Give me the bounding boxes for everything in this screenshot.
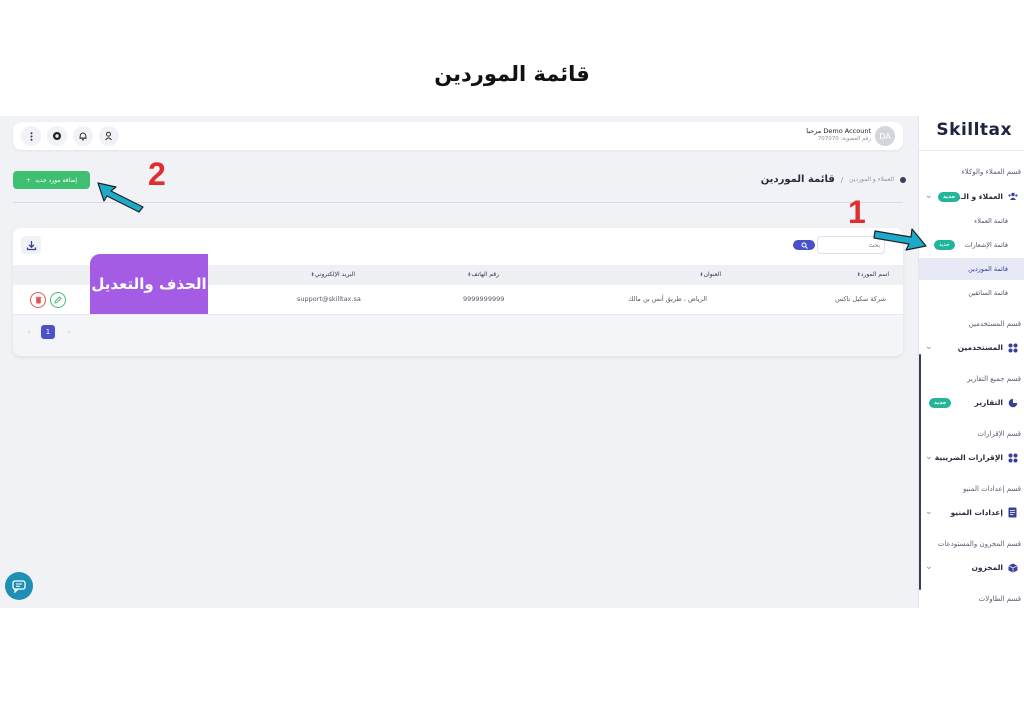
grid-icon xyxy=(1007,342,1018,353)
sidebar-group-reports[interactable]: التقارير جديد xyxy=(919,393,1024,413)
breadcrumb-parent[interactable]: العملاء و الموردين xyxy=(849,176,894,183)
section-label-reports: قسم جميع التقارير xyxy=(967,375,1021,383)
chevron-down-icon: ⌄ xyxy=(925,452,933,462)
document-icon xyxy=(1007,507,1018,518)
cell-phone: 9999999999 xyxy=(463,295,505,303)
chat-button[interactable] xyxy=(5,572,33,600)
pagination-next[interactable]: › xyxy=(62,325,76,339)
chat-icon xyxy=(12,579,26,593)
grid-icon xyxy=(1007,452,1018,463)
annotation-step-1: 1 xyxy=(848,194,866,230)
account-number: رقم العضوية: 707070 xyxy=(817,136,871,142)
chevron-down-icon: ⌄ xyxy=(925,191,933,201)
page-title: قائمة الموردين xyxy=(434,62,590,86)
section-label-inventory: قسم المخزون والمستودعات xyxy=(937,540,1021,548)
breadcrumb-current: قائمة الموردين xyxy=(760,174,835,185)
section-label-users: قسم المستخدمين xyxy=(968,320,1021,328)
bell-icon[interactable] xyxy=(73,126,93,146)
chevron-down-icon: ⌄ xyxy=(925,342,933,352)
sidebar-group-label: العملاء و الـ... xyxy=(952,192,1003,201)
sidebar-group-menu-settings[interactable]: إعدادات المنيو ⌄ xyxy=(919,503,1024,523)
pagination-prev[interactable]: ‹ xyxy=(22,325,36,339)
add-supplier-button-label: إضافة مورد جديد xyxy=(34,176,78,184)
column-header-name[interactable]: اسم المورد⬍ xyxy=(854,271,889,278)
section-label-tax-returns: قسم الإقرارات xyxy=(977,430,1021,438)
annotation-callout: الحذف والتعديل xyxy=(90,254,208,314)
sidebar-group-users[interactable]: المستخدمين ⌄ xyxy=(919,338,1024,358)
download-icon[interactable] xyxy=(21,236,41,254)
sidebar-item-drivers-list[interactable]: قائمة السائقين xyxy=(919,282,1024,304)
sidebar-group-tax-returns[interactable]: الإقرارات الضريبية ⌄ xyxy=(919,448,1024,468)
account-name: Demo Account مرحبا xyxy=(806,127,871,135)
new-badge: جديد xyxy=(938,192,961,202)
breadcrumb-dot-icon xyxy=(900,176,906,183)
plus-icon: + xyxy=(25,176,31,184)
sidebar-group-label: التقارير xyxy=(974,398,1003,407)
more-vertical-icon[interactable] xyxy=(21,126,41,146)
column-header-email[interactable]: البريد الإلكتروني⬍ xyxy=(308,271,355,278)
cell-email: support@skilltax.sa xyxy=(297,295,361,303)
sidebar-item-notifications-list[interactable]: قائمة الإشعارات جديد xyxy=(919,234,1024,256)
avatar[interactable]: DA xyxy=(875,126,895,146)
new-badge: جديد xyxy=(934,240,955,250)
sidebar-group-label: إعدادات المنيو xyxy=(950,508,1003,517)
box-icon xyxy=(1007,562,1018,573)
app-screenshot: DA Demo Account مرحبا رقم العضوية: 70707… xyxy=(0,116,1024,608)
settings-icon[interactable] xyxy=(47,126,67,146)
arrow-icon xyxy=(873,228,927,251)
chevron-down-icon: ⌄ xyxy=(925,507,933,517)
sidebar-group-customers[interactable]: العملاء و الـ... جديد ⌄ xyxy=(919,187,1024,207)
column-header-phone[interactable]: رقم الهاتف⬍ xyxy=(464,271,499,278)
brand-logo[interactable]: Skilltax xyxy=(936,120,1012,140)
trash-icon xyxy=(35,296,41,304)
sidebar-item-suppliers-list[interactable]: قائمة الموردين xyxy=(919,258,1024,280)
column-header-address[interactable]: العنوان⬍ xyxy=(696,271,721,278)
section-label-menu-settings: قسم إعدادات المنيو xyxy=(962,485,1021,493)
sidebar: Skilltax قسم العملاء والوكلاء العملاء و … xyxy=(918,116,1024,608)
delete-button[interactable] xyxy=(30,292,46,308)
search-button[interactable] xyxy=(793,240,815,250)
sidebar-scrollbar[interactable] xyxy=(919,354,921,590)
sidebar-group-label: المستخدمين xyxy=(957,343,1003,352)
sidebar-group-inventory[interactable]: المخزون ⌄ xyxy=(919,558,1024,578)
add-supplier-button[interactable]: إضافة مورد جديد + xyxy=(13,171,90,189)
cell-address: الرياض ، طريق أنس بن مالك xyxy=(627,295,707,303)
sidebar-group-label: الإقرارات الضريبية xyxy=(934,453,1003,462)
arrow-icon xyxy=(97,182,144,213)
new-badge: جديد xyxy=(929,398,952,408)
breadcrumb: العملاء و الموردين / قائمة الموردين xyxy=(761,174,906,185)
edit-button[interactable] xyxy=(50,292,66,308)
pagination-bar xyxy=(13,315,903,356)
top-bar: DA Demo Account مرحبا رقم العضوية: 70707… xyxy=(13,122,903,150)
user-voice-icon[interactable] xyxy=(99,126,119,146)
section-label-customers: قسم العملاء والوكلاء xyxy=(961,168,1021,176)
annotation-step-2: 2 xyxy=(148,156,166,192)
search-icon xyxy=(801,242,808,249)
sidebar-group-label: المخزون xyxy=(971,563,1003,572)
sidebar-item-customers-list[interactable]: قائمة العملاء xyxy=(919,210,1024,232)
breadcrumb-separator: / xyxy=(840,175,844,184)
cell-supplier-name: شركة سكيل تاكس xyxy=(835,295,886,303)
pencil-icon xyxy=(54,296,62,304)
brand-divider xyxy=(919,150,1024,151)
pagination-page-current[interactable]: 1 xyxy=(41,325,55,339)
section-label-tables: قسم الطاولات xyxy=(978,595,1021,603)
pie-chart-icon xyxy=(1007,397,1018,408)
chevron-down-icon: ⌄ xyxy=(925,562,933,572)
users-icon xyxy=(1007,191,1018,202)
